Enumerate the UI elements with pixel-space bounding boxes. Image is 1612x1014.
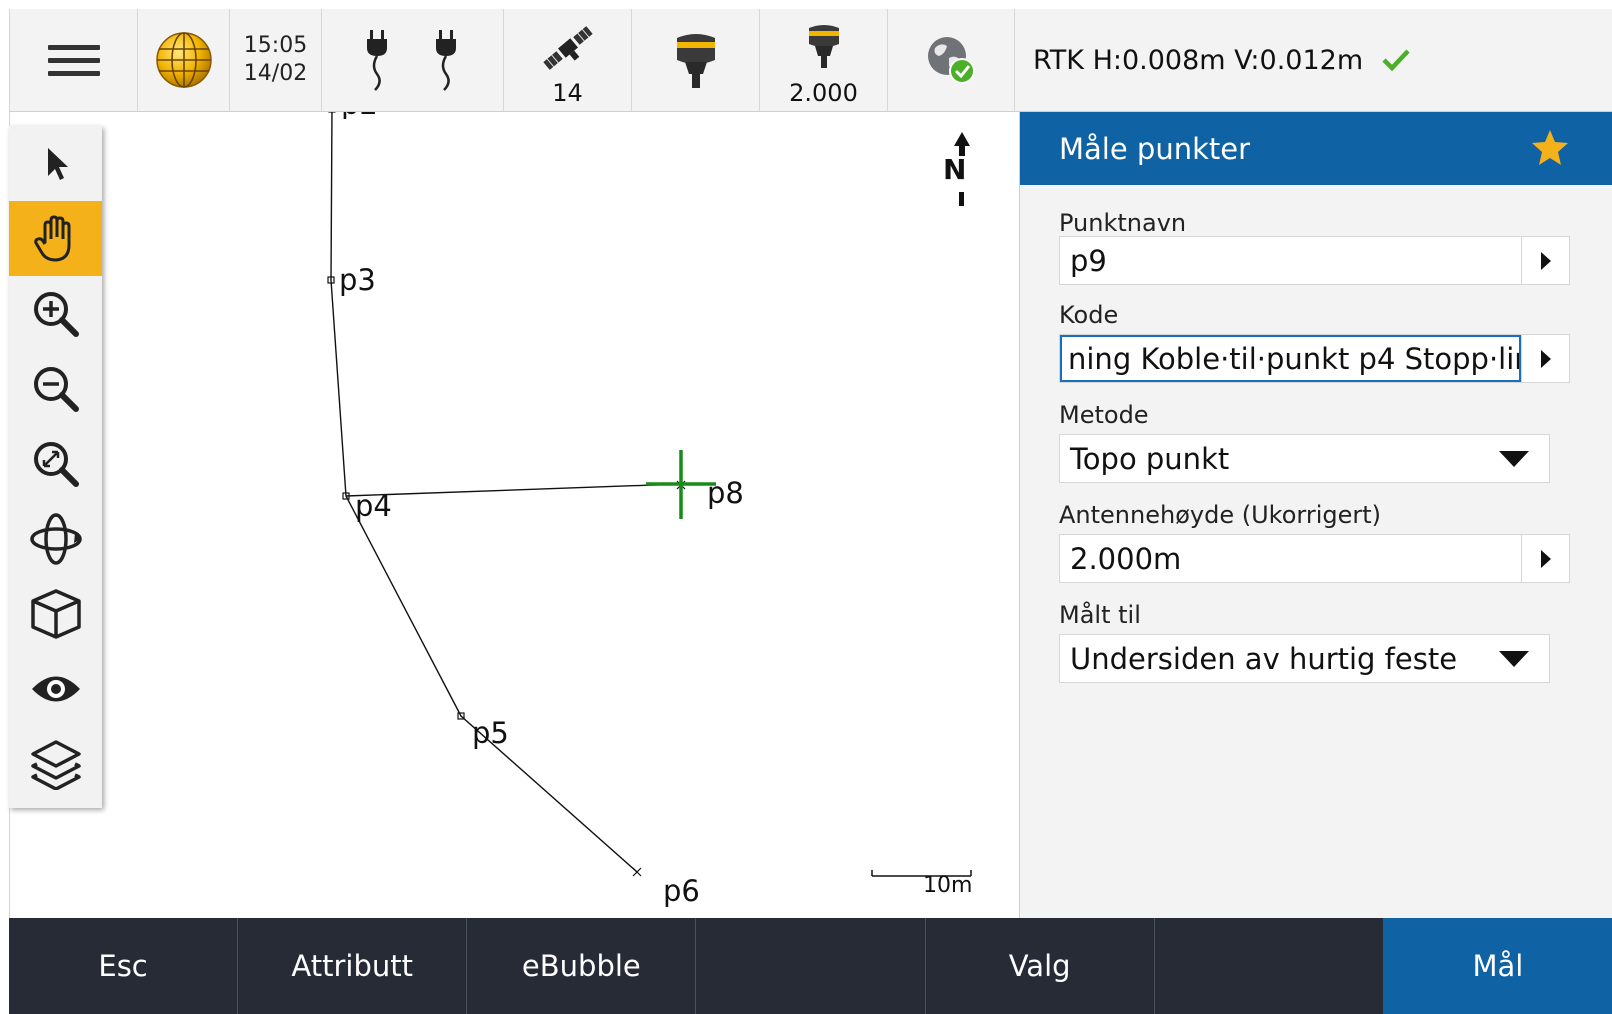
- code-arrow-button[interactable]: [1521, 335, 1569, 382]
- satellites-status[interactable]: 14: [504, 9, 632, 111]
- method-value: Topo punkt: [1070, 441, 1230, 476]
- orbit-icon: [29, 512, 82, 565]
- eye-icon: [31, 676, 80, 701]
- measured-to-value: Undersiden av hurtig feste: [1070, 641, 1458, 676]
- point-name-value[interactable]: p9: [1060, 244, 1521, 278]
- attributt-button[interactable]: Attributt: [238, 918, 468, 1014]
- hand-icon: [33, 215, 70, 261]
- code-field[interactable]: ning Koble·til·punkt p4 Stopp·linje: [1059, 334, 1570, 383]
- pan-tool[interactable]: [9, 201, 102, 276]
- antenna-height-arrow-button[interactable]: [1521, 535, 1569, 582]
- point-name-arrow-button[interactable]: [1521, 237, 1569, 284]
- antenna-height-value[interactable]: 2.000m: [1060, 542, 1521, 576]
- point-label-p8: p8: [707, 476, 744, 510]
- empty-softkey-2: [1155, 918, 1384, 1014]
- target-crosshair: [646, 450, 716, 519]
- antenna-receiver-icon: [808, 25, 839, 68]
- menu-button[interactable]: [10, 9, 138, 111]
- power-plug-icon: [367, 30, 388, 91]
- zoom-out-icon: [33, 366, 79, 412]
- job-globe-button[interactable]: [138, 9, 230, 111]
- chevron-down-icon: [1499, 650, 1529, 667]
- softkey-bar: Esc Attributt eBubble Valg Mål: [9, 918, 1612, 1014]
- panel-header: Måle punkter: [1020, 112, 1612, 185]
- punktnavn-label: Punktnavn: [1059, 209, 1187, 237]
- scale-label: 10m: [923, 873, 973, 898]
- rtk-precision[interactable]: RTK H:0.008m V:0.012m: [1015, 9, 1612, 111]
- hamburger-icon: [47, 37, 100, 84]
- play-arrow-icon: [1540, 349, 1551, 368]
- method-select[interactable]: Topo punkt: [1059, 434, 1550, 483]
- date-text: 14/02: [243, 61, 308, 86]
- receiver-status[interactable]: [632, 9, 760, 111]
- antenne-label: Antennehøyde (Ukorrigert): [1059, 501, 1381, 529]
- valg-button[interactable]: Valg: [926, 918, 1155, 1014]
- check-icon: [1382, 49, 1410, 72]
- point-label-p6: p6: [663, 874, 700, 908]
- satellite-count: 14: [552, 79, 583, 107]
- visibility-tool[interactable]: [9, 651, 102, 726]
- zoom-in-tool[interactable]: [9, 276, 102, 351]
- point-label-p3: p3: [339, 263, 376, 297]
- satellite-icon: [542, 26, 593, 70]
- esc-button[interactable]: Esc: [9, 918, 239, 1014]
- power-status[interactable]: [322, 9, 504, 111]
- panel-title: Måle punkter: [1059, 131, 1251, 166]
- north-label: N: [943, 153, 967, 186]
- zoom-extents-tool[interactable]: [9, 426, 102, 501]
- play-arrow-icon: [1540, 251, 1551, 270]
- map-view[interactable]: [9, 112, 1019, 918]
- metode-label: Metode: [1059, 401, 1149, 429]
- measured-to-dropdown-button[interactable]: [1479, 635, 1549, 682]
- play-arrow-icon: [1540, 549, 1551, 568]
- globe-check-icon: [928, 37, 975, 84]
- power-plug-icon-2: [435, 30, 456, 91]
- gnss-receiver-icon: [676, 34, 715, 88]
- ebubble-button[interactable]: eBubble: [467, 918, 697, 1014]
- empty-softkey-1: [696, 918, 926, 1014]
- layers-icon: [30, 739, 81, 790]
- point-label-p5: p5: [472, 716, 509, 750]
- globe-icon: [155, 32, 212, 88]
- status-bar: 15:05 14/02 14 2.000 RTK H:0.008m V:0.01…: [9, 9, 1612, 112]
- orbit-tool[interactable]: [9, 501, 102, 576]
- layers-tool[interactable]: [9, 726, 102, 801]
- point-label-p4: p4: [355, 489, 392, 523]
- measure-points-panel: Måle punkter Punktnavn p9 Kode ning Kobl…: [1019, 112, 1612, 918]
- measured-to-select[interactable]: Undersiden av hurtig feste: [1059, 634, 1550, 683]
- map-lines: [327, 112, 972, 877]
- 3d-view-tool[interactable]: [9, 576, 102, 651]
- point-name-field[interactable]: p9: [1059, 236, 1570, 285]
- method-dropdown-button[interactable]: [1479, 435, 1549, 482]
- measure-button[interactable]: Mål: [1383, 918, 1612, 1014]
- time-date[interactable]: 15:05 14/02: [230, 9, 322, 111]
- rtk-text: RTK H:0.008m V:0.012m: [1033, 44, 1364, 76]
- chevron-down-icon: [1499, 450, 1529, 467]
- antenna-height-field[interactable]: 2.000m: [1059, 534, 1570, 583]
- select-tool[interactable]: [9, 126, 102, 201]
- pointer-icon: [47, 147, 68, 180]
- map-toolbar: [9, 126, 102, 808]
- zoom-extents-icon: [33, 441, 79, 487]
- zoom-out-tool[interactable]: [9, 351, 102, 426]
- time-text: 15:05: [243, 33, 308, 58]
- internet-status[interactable]: [888, 9, 1015, 111]
- antenna-height-status[interactable]: 2.000: [760, 9, 888, 111]
- antenna-height-text: 2.000: [789, 79, 858, 107]
- maalt-label: Målt til: [1059, 601, 1141, 629]
- cube-icon: [30, 588, 81, 639]
- kode-label: Kode: [1059, 301, 1119, 329]
- zoom-in-icon: [33, 291, 79, 337]
- favorite-star-icon[interactable]: [1530, 128, 1570, 168]
- code-value[interactable]: ning Koble·til·punkt p4 Stopp·linje: [1060, 335, 1521, 382]
